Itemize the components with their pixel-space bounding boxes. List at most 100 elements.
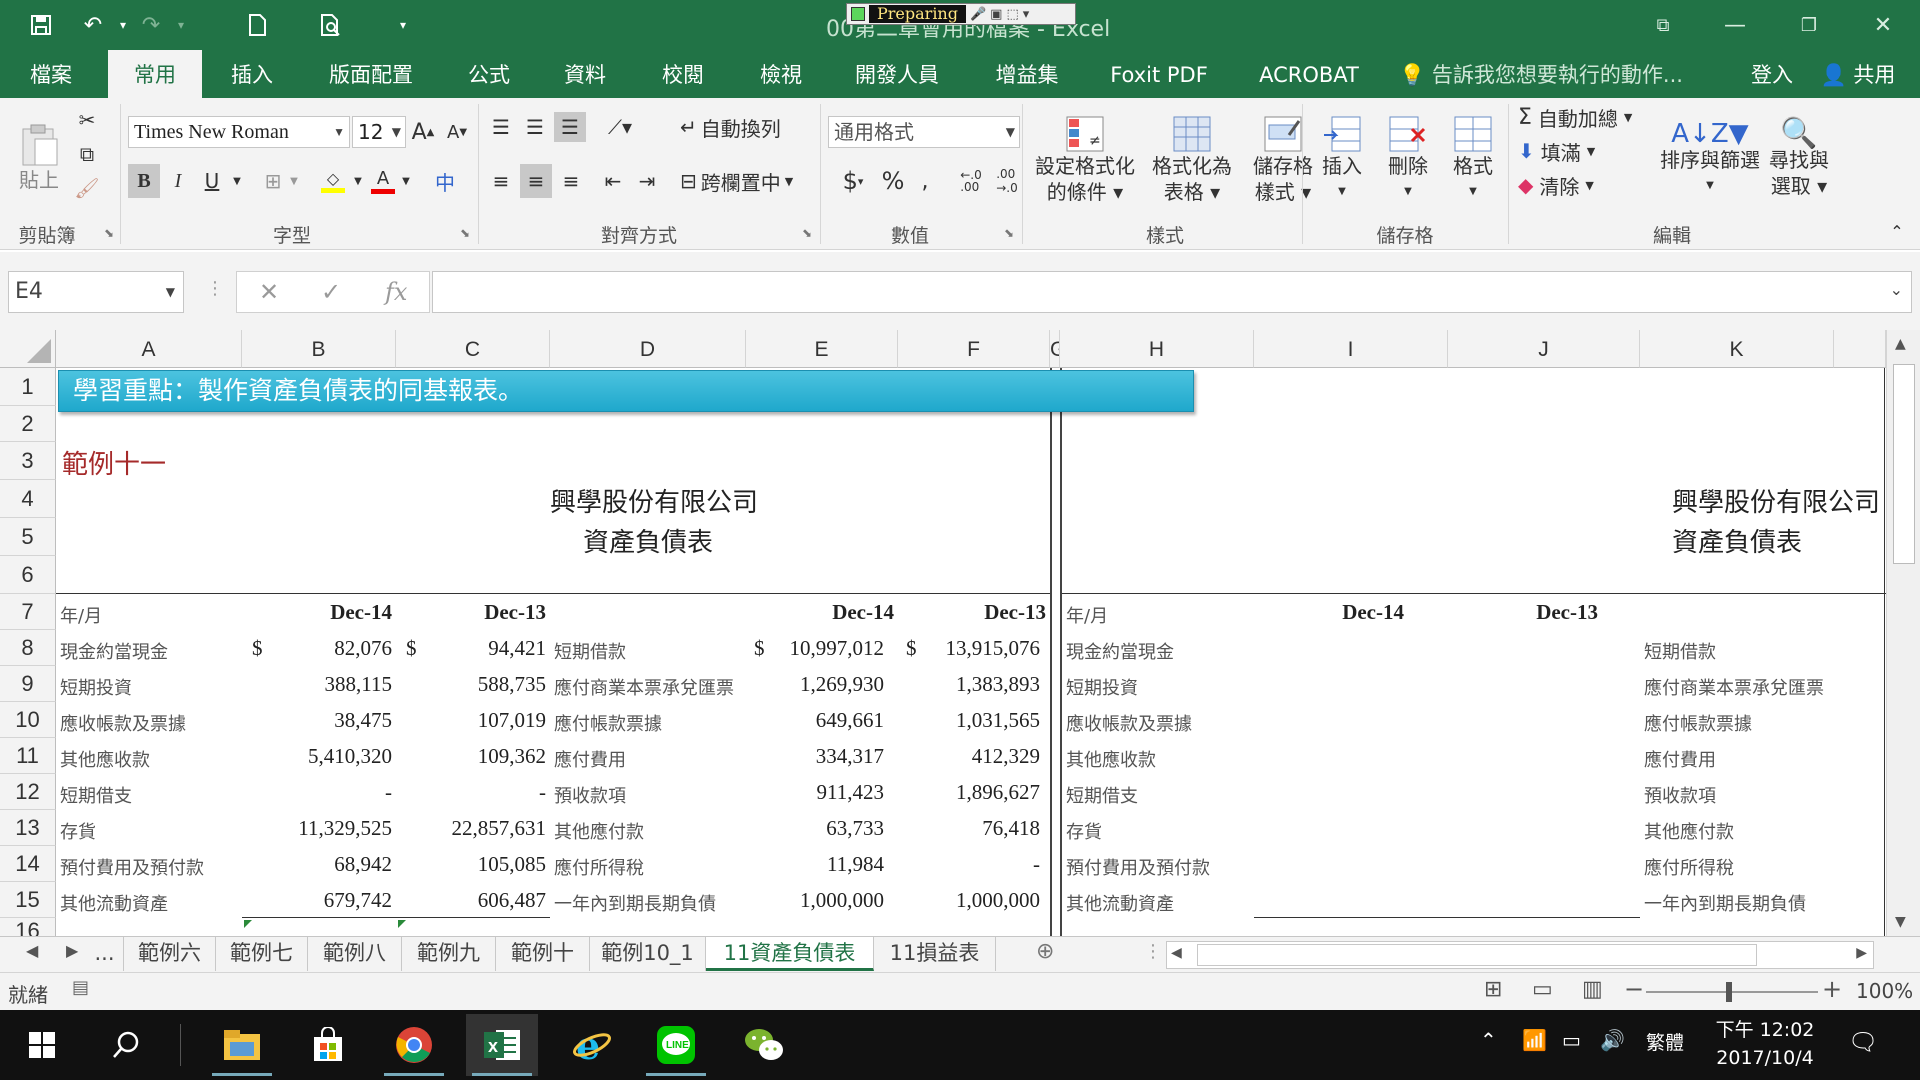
share-button[interactable]: 👤 共用 bbox=[1808, 50, 1908, 98]
ribbon-display-options-icon[interactable]: ⧉ bbox=[1638, 8, 1688, 42]
align-middle-icon[interactable]: ☰ bbox=[520, 112, 550, 142]
date-header[interactable]: Dec-14 bbox=[242, 600, 392, 625]
liability-value-dec14[interactable]: 911,423 bbox=[746, 780, 884, 805]
statement-title-copy[interactable]: 資產負債表 bbox=[1640, 522, 1834, 559]
column-header[interactable]: K bbox=[1640, 330, 1834, 368]
copy-icon[interactable]: ⧉ bbox=[74, 140, 100, 168]
scroll-left-icon[interactable]: ◀ bbox=[1171, 945, 1182, 961]
liability-value-dec14[interactable]: 11,984 bbox=[746, 852, 884, 877]
column-header[interactable]: H bbox=[1060, 330, 1254, 368]
row-header[interactable]: 15 bbox=[0, 882, 56, 918]
microphone-icon[interactable]: 🎤 bbox=[970, 7, 986, 22]
asset-value-dec13[interactable]: 107,019 bbox=[396, 708, 546, 733]
liability-item-label[interactable]: 應付商業本票承兌匯票 bbox=[554, 674, 734, 700]
date-header[interactable]: Dec-13 bbox=[396, 600, 546, 625]
line-app-button[interactable]: LINE bbox=[640, 1014, 712, 1076]
liability-item-label[interactable]: 預收款項 bbox=[554, 782, 626, 808]
liability-item-label-copy[interactable]: 短期借款 bbox=[1644, 638, 1716, 664]
font-color-icon[interactable]: A bbox=[368, 164, 398, 198]
minimize-icon[interactable]: — bbox=[1710, 8, 1760, 42]
column-header[interactable]: C bbox=[396, 330, 550, 368]
scroll-up-icon[interactable]: ▲ bbox=[1895, 336, 1906, 352]
asset-item-label-copy[interactable]: 應收帳款及票據 bbox=[1066, 710, 1192, 736]
cut-icon[interactable]: ✂ bbox=[74, 106, 100, 134]
asset-value-dec13[interactable]: 109,362 bbox=[396, 744, 546, 769]
scroll-down-icon[interactable]: ▼ bbox=[1895, 914, 1906, 930]
zoom-slider[interactable] bbox=[1646, 982, 1818, 1002]
asset-value-dec14[interactable]: 68,942 bbox=[242, 852, 392, 877]
decrease-indent-icon[interactable]: ⇤ bbox=[598, 164, 628, 198]
column-header[interactable]: B bbox=[242, 330, 396, 368]
asset-value-dec14[interactable]: 5,410,320 bbox=[242, 744, 392, 769]
tab-foxit-pdf[interactable]: Foxit PDF bbox=[1100, 50, 1218, 98]
column-header[interactable]: E bbox=[746, 330, 898, 368]
tell-me-box[interactable]: 💡 告訴我您想要執行的動作... bbox=[1396, 50, 1686, 98]
asset-item-label-copy[interactable]: 短期借支 bbox=[1066, 782, 1138, 808]
undo-icon[interactable]: ↶ bbox=[76, 8, 110, 42]
date-header[interactable]: Dec-13 bbox=[898, 600, 1046, 625]
region-icon[interactable]: ⬚ bbox=[1006, 7, 1018, 22]
sort-filter-button[interactable]: A↓Z▼ 排序與篩選 ▼ bbox=[1654, 104, 1766, 216]
liability-value-dec13[interactable]: 412,329 bbox=[898, 744, 1040, 769]
sign-in-link[interactable]: 登入 bbox=[1740, 50, 1804, 98]
volume-icon[interactable]: 🔊 bbox=[1600, 1028, 1625, 1052]
zoom-level[interactable]: 100% bbox=[1856, 979, 1913, 1003]
asset-value-dec13[interactable]: 94,421 bbox=[396, 636, 546, 661]
company-name[interactable]: 興學股份有限公司 bbox=[550, 482, 758, 519]
insert-function-icon[interactable]: fx bbox=[385, 278, 407, 306]
tab-page-layout[interactable]: 版面配置 bbox=[314, 50, 428, 98]
wifi-icon[interactable]: 📶 bbox=[1522, 1028, 1547, 1052]
save-icon[interactable] bbox=[24, 8, 58, 42]
store-button[interactable] bbox=[292, 1014, 364, 1076]
increase-indent-icon[interactable]: ⇥ bbox=[632, 164, 662, 198]
align-bottom-icon[interactable]: ☰ bbox=[554, 112, 586, 142]
asset-value-dec14[interactable]: 679,742 bbox=[242, 888, 392, 913]
liability-item-label[interactable]: 短期借款 bbox=[554, 638, 626, 664]
row-header[interactable]: 11 bbox=[0, 738, 56, 774]
liability-item-label[interactable]: 應付費用 bbox=[554, 746, 626, 772]
name-box[interactable]: E4 ▼ bbox=[8, 271, 184, 313]
normal-view-icon[interactable]: ⊞ bbox=[1484, 977, 1502, 1002]
liability-value-dec13[interactable]: 1,896,627 bbox=[898, 780, 1040, 805]
excel-button[interactable]: x bbox=[466, 1014, 538, 1076]
format-as-table-button[interactable]: 格式化為 表格 ▾ bbox=[1140, 104, 1244, 216]
sheet-tab[interactable]: 範例七 bbox=[216, 937, 308, 971]
number-launcher-icon[interactable]: ⬊ bbox=[1004, 226, 1014, 240]
search-button[interactable] bbox=[90, 1014, 162, 1076]
liability-item-label-copy[interactable]: 其他應付款 bbox=[1644, 818, 1734, 844]
zoom-in-icon[interactable]: + bbox=[1822, 975, 1842, 1003]
row-header[interactable]: 3 bbox=[0, 442, 56, 480]
add-sheet-icon[interactable]: ⊕ bbox=[1036, 939, 1054, 964]
widget-dropdown-icon[interactable]: ▾ bbox=[1023, 7, 1030, 22]
liability-item-label[interactable]: 應付所得稅 bbox=[554, 854, 644, 880]
increase-font-icon[interactable]: A ▲ bbox=[408, 116, 438, 148]
zoom-out-icon[interactable]: − bbox=[1624, 975, 1644, 1003]
insert-cells-button[interactable]: 插入 ▼ bbox=[1310, 104, 1374, 216]
sheet-tab[interactable]: 範例九 bbox=[402, 937, 496, 971]
column-header[interactable]: A bbox=[56, 330, 242, 368]
file-explorer-button[interactable] bbox=[206, 1014, 278, 1076]
liability-value-dec13[interactable]: 76,418 bbox=[898, 816, 1040, 841]
sheet-tab[interactable]: 範例十 bbox=[496, 937, 590, 971]
format-cells-button[interactable]: 格式 ▼ bbox=[1442, 104, 1504, 216]
asset-item-label[interactable]: 其他流動資產 bbox=[60, 890, 168, 916]
decrease-decimal-icon[interactable]: .00 →.0 bbox=[990, 164, 1024, 198]
asset-value-dec13[interactable]: - bbox=[396, 780, 546, 805]
asset-value-dec14[interactable]: 38,475 bbox=[242, 708, 392, 733]
row-header[interactable]: 10 bbox=[0, 702, 56, 738]
chevron-down-icon[interactable]: ▼ bbox=[288, 164, 300, 198]
restore-icon[interactable]: ❐ bbox=[1784, 8, 1834, 42]
sheet-tab[interactable]: 11損益表 bbox=[874, 937, 996, 971]
underline-button[interactable]: U bbox=[198, 164, 226, 198]
bold-button[interactable]: B bbox=[128, 164, 160, 198]
macro-record-icon[interactable]: ▤ bbox=[72, 977, 89, 998]
liability-value-dec14[interactable]: 1,269,930 bbox=[746, 672, 884, 697]
redo-dropdown-icon[interactable]: ▾ bbox=[164, 8, 198, 42]
ime-indicator[interactable]: 繁體 bbox=[1646, 1028, 1684, 1055]
chevron-down-icon[interactable]: ▼ bbox=[400, 164, 412, 198]
align-center-icon[interactable]: ≡ bbox=[520, 164, 552, 198]
liability-value-dec14[interactable]: 63,733 bbox=[746, 816, 884, 841]
row-header[interactable]: 8 bbox=[0, 630, 56, 666]
column-header[interactable]: G bbox=[1050, 330, 1060, 368]
asset-item-label[interactable]: 其他應收款 bbox=[60, 746, 150, 772]
